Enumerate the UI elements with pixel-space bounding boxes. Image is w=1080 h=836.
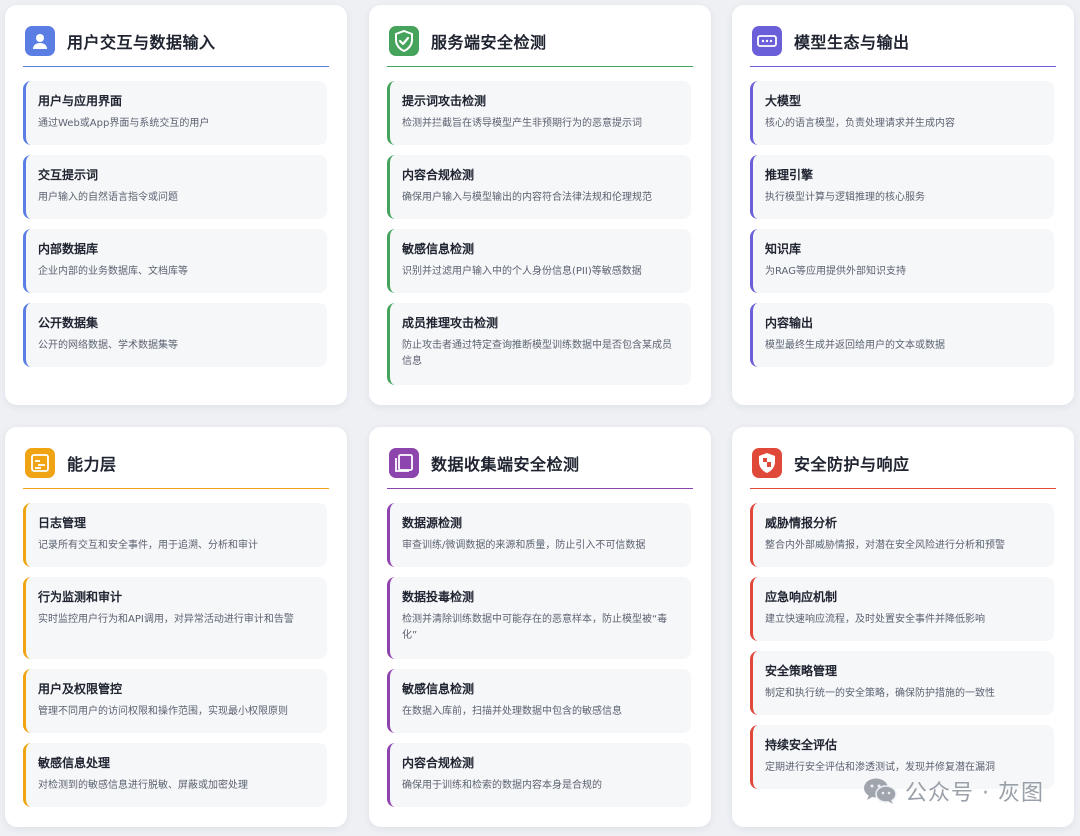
item-desc: 检测并拦截旨在诱导模型产生非预期行为的恶意提示词 xyxy=(402,118,642,129)
item-desc: 记录所有交互和安全事件，用于追溯、分析和审计 xyxy=(38,540,258,551)
list-item: 应急响应机制 建立快速响应流程，及时处置安全事件并降低影响 xyxy=(750,577,1054,641)
shield-alert-icon xyxy=(752,447,782,478)
list-item: 敏感信息检测 识别并过滤用户输入中的个人身份信息(PII)等敏感数据 xyxy=(387,229,691,293)
data-collection-icon xyxy=(389,447,419,478)
item-title: 内容输出 xyxy=(765,316,814,330)
list-item: 内容输出 模型最终生成并返回给用户的文本或数据 xyxy=(750,303,1054,367)
item-desc: 审查训练/微调数据的来源和质量，防止引入不可信数据 xyxy=(402,540,646,551)
list-item: 公开数据集 公开的网络数据、学术数据集等 xyxy=(23,303,327,367)
list-item: 用户与应用界面 通过Web或App界面与系统交互的用户 xyxy=(23,81,327,145)
item-desc: 定期进行安全评估和渗透测试，发现并修复潜在漏洞 xyxy=(765,762,995,773)
item-desc: 管理不同用户的访问权限和操作范围，实现最小权限原则 xyxy=(38,706,288,717)
item-title: 用户与应用界面 xyxy=(38,94,123,108)
list-item: 成员推理攻击检测 防止攻击者通过特定查询推断模型训练数据中是否包含某成员信息 xyxy=(387,303,691,385)
item-desc: 整合内外部威胁情报，对潜在安全风险进行分析和预警 xyxy=(765,540,1005,551)
list-item: 敏感信息检测 在数据入库前，扫描并处理数据中包含的敏感信息 xyxy=(387,669,691,733)
item-title: 知识库 xyxy=(765,242,802,256)
item-desc: 在数据入库前，扫描并处理数据中包含的敏感信息 xyxy=(402,706,622,717)
item-title: 内部数据库 xyxy=(38,242,99,256)
card-header: 能力层 xyxy=(23,445,329,489)
card-user-interaction: 用户交互与数据输入 用户与应用界面 通过Web或App界面与系统交互的用户 交互… xyxy=(5,5,347,405)
list-item: 数据投毒检测 检测并清除训练数据中可能存在的恶意样本，防止模型被“毒化” xyxy=(387,577,691,659)
item-desc: 对检测到的敏感信息进行脱敏、屏蔽或加密处理 xyxy=(38,780,248,791)
card-capability-layer: 能力层 日志管理 记录所有交互和安全事件，用于追溯、分析和审计 行为监测和审计 … xyxy=(5,427,347,827)
server-icon xyxy=(752,25,782,56)
list-item: 行为监测和审计 实时监控用户行为和API调用，对异常活动进行审计和告警 xyxy=(23,577,327,659)
card-server-security: 服务端安全检测 提示词攻击检测 检测并拦截旨在诱导模型产生非预期行为的恶意提示词… xyxy=(369,5,711,405)
item-title: 公开数据集 xyxy=(38,316,99,330)
shield-check-icon xyxy=(389,25,419,56)
card-title: 安全防护与响应 xyxy=(794,454,910,474)
item-desc: 制定和执行统一的安全策略，确保防护措施的一致性 xyxy=(765,688,995,699)
card-title: 服务端安全检测 xyxy=(431,32,547,52)
item-title: 敏感信息检测 xyxy=(402,242,475,256)
item-desc: 实时监控用户行为和API调用，对异常活动进行审计和告警 xyxy=(38,614,294,625)
list-item: 威胁情报分析 整合内外部威胁情报，对潜在安全风险进行分析和预警 xyxy=(750,503,1054,567)
item-desc: 确保用于训练和检索的数据内容本身是合规的 xyxy=(402,780,602,791)
item-desc: 通过Web或App界面与系统交互的用户 xyxy=(38,118,210,129)
item-desc: 建立快速响应流程，及时处置安全事件并降低影响 xyxy=(765,614,985,625)
item-title: 行为监测和审计 xyxy=(38,590,123,604)
item-title: 安全策略管理 xyxy=(765,664,838,678)
list-item: 推理引擎 执行模型计算与逻辑推理的核心服务 xyxy=(750,155,1054,219)
card-header: 模型生态与输出 xyxy=(750,23,1056,67)
list-item: 安全策略管理 制定和执行统一的安全策略，确保防护措施的一致性 xyxy=(750,651,1054,715)
item-title: 敏感信息检测 xyxy=(402,682,475,696)
user-icon xyxy=(25,25,55,56)
item-desc: 核心的语言模型，负责处理请求并生成内容 xyxy=(765,118,955,129)
watermark: 公众号 · 灰图 xyxy=(863,775,1044,807)
item-desc: 公开的网络数据、学术数据集等 xyxy=(38,340,178,351)
list-item: 大模型 核心的语言模型，负责处理请求并生成内容 xyxy=(750,81,1054,145)
list-item: 提示词攻击检测 检测并拦截旨在诱导模型产生非预期行为的恶意提示词 xyxy=(387,81,691,145)
item-title: 内容合规检测 xyxy=(402,756,475,770)
item-title: 数据源检测 xyxy=(402,516,463,530)
item-title: 持续安全评估 xyxy=(765,738,838,752)
item-desc: 确保用户输入与模型输出的内容符合法律法规和伦理规范 xyxy=(402,192,652,203)
item-desc: 模型最终生成并返回给用户的文本或数据 xyxy=(765,340,945,351)
card-title: 模型生态与输出 xyxy=(794,32,910,52)
list-item: 数据源检测 审查训练/微调数据的来源和质量，防止引入不可信数据 xyxy=(387,503,691,567)
list-item: 日志管理 记录所有交互和安全事件，用于追溯、分析和审计 xyxy=(23,503,327,567)
item-title: 数据投毒检测 xyxy=(402,590,475,604)
card-security-response: 安全防护与响应 威胁情报分析 整合内外部威胁情报，对潜在安全风险进行分析和预警 … xyxy=(732,427,1074,827)
item-title: 成员推理攻击检测 xyxy=(402,316,499,330)
item-title: 推理引擎 xyxy=(765,168,814,182)
card-title: 数据收集端安全检测 xyxy=(431,454,580,474)
item-title: 敏感信息处理 xyxy=(38,756,111,770)
card-header: 用户交互与数据输入 xyxy=(23,23,329,67)
card-model-ecosystem: 模型生态与输出 大模型 核心的语言模型，负责处理请求并生成内容 推理引擎 执行模… xyxy=(732,5,1074,405)
item-desc: 防止攻击者通过特定查询推断模型训练数据中是否包含某成员信息 xyxy=(402,340,672,367)
item-desc: 识别并过滤用户输入中的个人身份信息(PII)等敏感数据 xyxy=(402,266,642,277)
list-item: 用户及权限管控 管理不同用户的访问权限和操作范围，实现最小权限原则 xyxy=(23,669,327,733)
list-item: 内容合规检测 确保用于训练和检索的数据内容本身是合规的 xyxy=(387,743,691,807)
item-title: 日志管理 xyxy=(38,516,87,530)
item-title: 大模型 xyxy=(765,94,802,108)
item-desc: 企业内部的业务数据库、文档库等 xyxy=(38,266,188,277)
item-title: 交互提示词 xyxy=(38,168,99,182)
item-title: 内容合规检测 xyxy=(402,168,475,182)
item-title: 应急响应机制 xyxy=(765,590,838,604)
item-desc: 执行模型计算与逻辑推理的核心服务 xyxy=(765,192,925,203)
list-item: 交互提示词 用户输入的自然语言指令或问题 xyxy=(23,155,327,219)
watermark-text: 公众号 · 灰图 xyxy=(905,781,1044,806)
card-header: 服务端安全检测 xyxy=(387,23,693,67)
card-header: 数据收集端安全检测 xyxy=(387,445,693,489)
list-item: 内容合规检测 确保用户输入与模型输出的内容符合法律法规和伦理规范 xyxy=(387,155,691,219)
item-title: 威胁情报分析 xyxy=(765,516,838,530)
list-item: 敏感信息处理 对检测到的敏感信息进行脱敏、屏蔽或加密处理 xyxy=(23,743,327,807)
list-item: 知识库 为RAG等应用提供外部知识支持 xyxy=(750,229,1054,293)
item-title: 用户及权限管控 xyxy=(38,682,123,696)
item-desc: 检测并清除训练数据中可能存在的恶意样本，防止模型被“毒化” xyxy=(402,614,668,641)
card-header: 安全防护与响应 xyxy=(750,445,1056,489)
wechat-icon xyxy=(863,777,897,805)
card-data-collection-security: 数据收集端安全检测 数据源检测 审查训练/微调数据的来源和质量，防止引入不可信数… xyxy=(369,427,711,827)
card-title: 能力层 xyxy=(67,454,117,474)
item-desc: 为RAG等应用提供外部知识支持 xyxy=(765,266,906,277)
log-icon xyxy=(25,447,55,478)
card-title: 用户交互与数据输入 xyxy=(67,32,216,52)
list-item: 内部数据库 企业内部的业务数据库、文档库等 xyxy=(23,229,327,293)
item-title: 提示词攻击检测 xyxy=(402,94,487,108)
item-desc: 用户输入的自然语言指令或问题 xyxy=(38,192,178,203)
